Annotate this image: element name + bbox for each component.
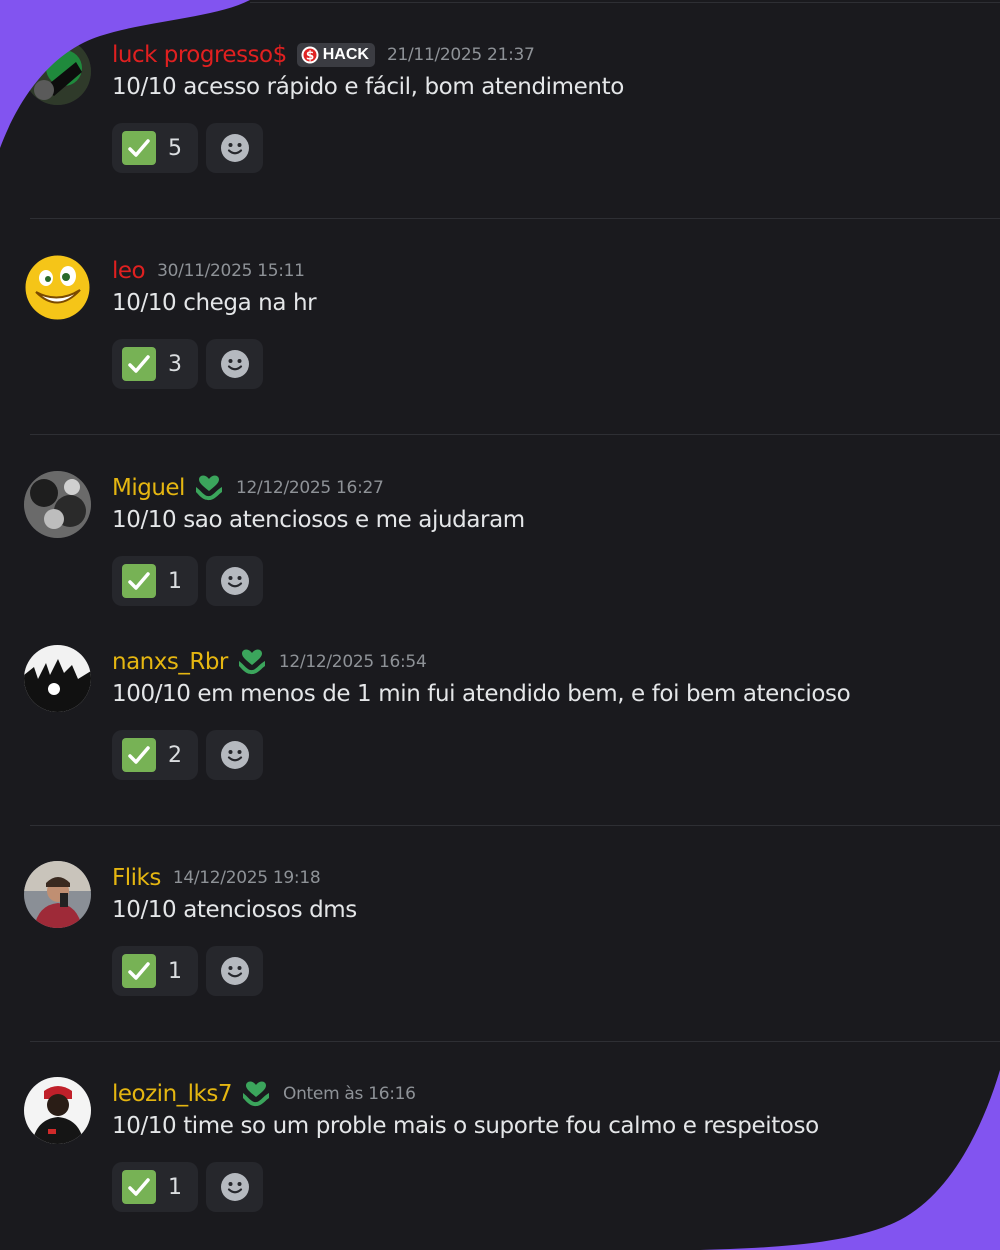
message-content: 10/10 sao atenciosos e me ajudaram <box>112 507 525 533</box>
username[interactable]: nanxs_Rbr <box>112 649 228 675</box>
smiley-face-icon <box>220 741 249 769</box>
reaction-count: 1 <box>168 958 182 984</box>
add-reaction-button[interactable] <box>206 556 263 606</box>
green-heart-hands-icon[interactable] <box>237 648 267 676</box>
message-content: 10/10 chega na hr <box>112 290 317 316</box>
message-divider <box>30 434 1000 435</box>
add-reaction-button[interactable] <box>206 339 263 389</box>
message-item[interactable]: leo 30/11/2025 15:11 10/10 chega na hr 3 <box>0 254 1000 394</box>
reaction-check-mark[interactable]: 2 <box>112 730 198 780</box>
reaction-check-mark[interactable]: 5 <box>112 123 198 173</box>
timestamp: Ontem às 16:16 <box>282 1084 416 1104</box>
check-mark-button-icon <box>122 738 156 772</box>
reactions-bar: 3 <box>112 339 263 389</box>
timestamp: 30/11/2025 15:11 <box>157 261 305 281</box>
reaction-check-mark[interactable]: 1 <box>112 1162 198 1212</box>
reaction-check-mark[interactable]: 1 <box>112 556 198 606</box>
reactions-bar: 1 <box>112 946 263 996</box>
smiley-face-icon <box>220 567 249 595</box>
avatar[interactable] <box>24 645 91 712</box>
avatar[interactable] <box>24 471 91 538</box>
message-content: 10/10 acesso rápido e fácil, bom atendim… <box>112 74 624 100</box>
reaction-count: 5 <box>168 135 182 161</box>
top-divider <box>250 2 1000 3</box>
message-content: 10/10 time so um proble mais o suporte f… <box>112 1113 819 1139</box>
reaction-check-mark[interactable]: 1 <box>112 946 198 996</box>
reaction-check-mark[interactable]: 3 <box>112 339 198 389</box>
reactions-bar: 2 <box>112 730 263 780</box>
check-mark-button-icon <box>122 954 156 988</box>
reaction-count: 1 <box>168 1174 182 1200</box>
message-content: 10/10 atenciosos dms <box>112 897 357 923</box>
username[interactable]: Fliks <box>112 865 161 891</box>
check-mark-button-icon <box>122 564 156 598</box>
add-reaction-button[interactable] <box>206 1162 263 1212</box>
smiley-face-icon <box>220 957 249 985</box>
reactions-bar: 1 <box>112 1162 263 1212</box>
dollar-badge-icon: $ <box>301 46 319 64</box>
reaction-count: 3 <box>168 351 182 377</box>
message-divider <box>30 825 1000 826</box>
server-tag-label: HACK <box>322 46 369 63</box>
green-heart-hands-icon[interactable] <box>194 474 224 502</box>
green-heart-hands-icon[interactable] <box>241 1080 271 1108</box>
timestamp: 21/11/2025 21:37 <box>386 45 535 65</box>
smiley-face-icon <box>220 350 249 378</box>
avatar-image <box>24 861 91 928</box>
add-reaction-button[interactable] <box>206 730 263 780</box>
avatar-image <box>24 645 91 712</box>
reaction-count: 1 <box>168 568 182 594</box>
avatar[interactable] <box>24 38 91 105</box>
add-reaction-button[interactable] <box>206 946 263 996</box>
username[interactable]: leo <box>112 258 146 284</box>
check-mark-button-icon <box>122 1170 156 1204</box>
reactions-bar: 5 <box>112 123 263 173</box>
username[interactable]: Miguel <box>112 475 185 501</box>
message-divider <box>30 218 1000 219</box>
avatar-image <box>24 471 91 538</box>
message-divider <box>30 1041 1000 1042</box>
avatar-image <box>24 38 91 105</box>
message-item[interactable]: Fliks 14/12/2025 19:18 10/10 atenciosos … <box>0 861 1000 1001</box>
smiley-face-icon <box>220 1173 249 1201</box>
add-reaction-button[interactable] <box>206 123 263 173</box>
message-item[interactable]: leozin_lks7 Ontem às 16:16 10/10 time so… <box>0 1077 1000 1217</box>
username[interactable]: leozin_lks7 <box>112 1081 232 1107</box>
avatar-image <box>24 1077 91 1144</box>
reactions-bar: 1 <box>112 556 263 606</box>
message-item[interactable]: Miguel 12/12/2025 16:27 10/10 sao atenci… <box>0 471 1000 611</box>
message-item[interactable]: nanxs_Rbr 12/12/2025 16:54 100/10 em men… <box>0 645 1000 785</box>
svg-text:$: $ <box>306 49 314 63</box>
server-tag[interactable]: $ HACK <box>296 43 375 67</box>
message-item[interactable]: luck progresso$ $ HACK 21/11/2025 21:37 … <box>0 38 1000 178</box>
check-mark-button-icon <box>122 347 156 381</box>
check-mark-button-icon <box>122 131 156 165</box>
timestamp: 14/12/2025 19:18 <box>172 868 321 888</box>
message-content: 100/10 em menos de 1 min fui atendido be… <box>112 681 851 707</box>
timestamp: 12/12/2025 16:54 <box>278 652 427 672</box>
username[interactable]: luck progresso$ <box>112 42 287 68</box>
reaction-count: 2 <box>168 742 182 768</box>
avatar[interactable] <box>24 861 91 928</box>
avatar[interactable] <box>24 254 91 321</box>
smiley-face-icon <box>220 134 249 162</box>
timestamp: 12/12/2025 16:27 <box>235 478 384 498</box>
avatar[interactable] <box>24 1077 91 1144</box>
avatar-image <box>24 254 91 321</box>
